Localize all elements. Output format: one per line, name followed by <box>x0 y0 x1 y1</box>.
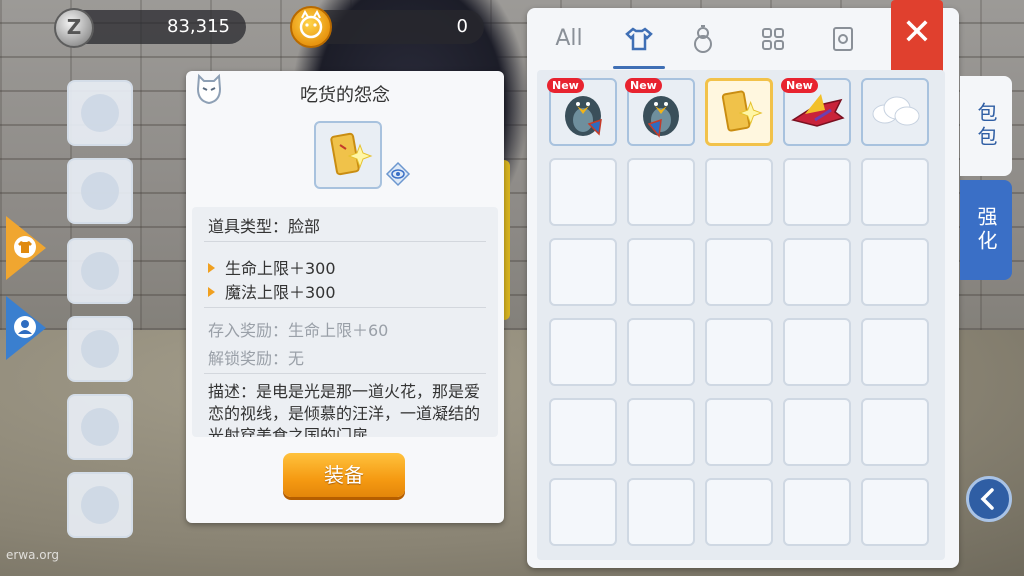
cat-coin-icon[interactable] <box>290 6 332 48</box>
inventory-slot[interactable] <box>861 78 929 146</box>
inventory-slot-empty[interactable] <box>705 238 773 306</box>
inventory-slot-empty[interactable] <box>627 238 695 306</box>
chevron-left-icon <box>980 488 994 510</box>
inventory-slot-empty[interactable] <box>549 158 617 226</box>
inventory-slot-empty[interactable] <box>861 318 929 386</box>
item-description: 描述：是电是光是那一道火花，那是爱恋的视线，是倾慕的汪洋，一道凝结的光射穿美食之… <box>208 382 481 437</box>
inventory-slot-empty[interactable] <box>861 398 929 466</box>
deposit-reward: 存入奖励：生命上限＋60 <box>208 321 389 340</box>
bullet-arrow-icon <box>208 263 215 273</box>
cape-icon <box>81 252 119 290</box>
orb-icon <box>81 94 119 132</box>
inventory-slot[interactable]: New <box>625 78 695 146</box>
unlock-reward: 解锁奖励：无 <box>208 349 305 368</box>
tab-equipment[interactable] <box>609 22 669 69</box>
cat-coin-amount: 0 <box>456 16 468 37</box>
equip-tab-arrow[interactable] <box>6 216 46 280</box>
inventory-slot-empty[interactable] <box>861 238 929 306</box>
bullet-arrow-icon <box>208 287 215 297</box>
tab-cards[interactable] <box>813 22 873 56</box>
inventory-slot-empty[interactable] <box>549 398 617 466</box>
equip-slot-boots[interactable] <box>67 316 133 382</box>
tab-all[interactable]: All <box>539 22 599 56</box>
inventory-slot-empty[interactable] <box>861 158 929 226</box>
gourd-icon <box>694 25 712 53</box>
inventory-slot-empty[interactable] <box>549 318 617 386</box>
inventory-slot-empty[interactable] <box>861 478 929 546</box>
equip-slot-accessory-2[interactable] <box>67 472 133 538</box>
tab-enhance[interactable]: 强化 <box>960 180 1012 280</box>
item-preview <box>314 121 382 189</box>
cloud-icon <box>872 96 920 126</box>
inventory-slot-empty[interactable] <box>705 398 773 466</box>
person-icon <box>14 316 36 338</box>
inventory-slot-empty[interactable] <box>549 478 617 546</box>
inventory-slot-empty[interactable] <box>783 398 851 466</box>
character-tab-arrow[interactable] <box>6 296 46 360</box>
equip-slot-headgear[interactable] <box>67 80 133 146</box>
watermark: erwa.org <box>6 548 59 562</box>
inventory-slot-empty[interactable] <box>783 478 851 546</box>
item-info-panel: 道具类型：脸部 生命上限＋300 魔法上限＋300 存入奖励：生命上限＋60 解… <box>192 207 498 437</box>
equip-slot-cape[interactable] <box>67 238 133 304</box>
inventory-slot[interactable]: New <box>547 78 617 146</box>
inventory-slot-empty[interactable] <box>627 478 695 546</box>
tab-materials[interactable] <box>743 22 803 56</box>
tab-consumables[interactable] <box>673 22 733 56</box>
tab-bag[interactable]: 包包 <box>960 76 1012 176</box>
armor-icon <box>81 172 119 210</box>
inventory-slot-empty[interactable] <box>783 238 851 306</box>
inventory-slot-empty[interactable] <box>627 318 695 386</box>
equip-slot-accessory-1[interactable] <box>67 394 133 460</box>
new-badge: New <box>625 78 662 93</box>
stat-line: 魔法上限＋300 <box>208 279 336 303</box>
new-badge: New <box>781 78 818 93</box>
inventory-slot-empty[interactable] <box>783 158 851 226</box>
inventory-slot-empty[interactable] <box>783 318 851 386</box>
inventory-slot[interactable]: New <box>781 78 851 146</box>
item-title: 吃货的怨念 <box>300 85 390 106</box>
zeny-coin-icon: Z <box>54 8 94 48</box>
food-card-icon <box>721 90 763 132</box>
inventory-slot-empty[interactable] <box>627 398 695 466</box>
close-button[interactable]: ✕ <box>891 0 943 82</box>
shirt-icon <box>14 236 36 258</box>
eye-icon[interactable] <box>385 161 411 187</box>
inventory-grid: New New New <box>537 70 945 560</box>
shirt-icon <box>625 27 653 51</box>
item-type: 道具类型：脸部 <box>208 217 321 236</box>
inventory-slot-selected[interactable] <box>705 78 773 146</box>
stat-line: 生命上限＋300 <box>208 255 336 279</box>
inventory-slot-empty[interactable] <box>705 478 773 546</box>
grid-icon <box>762 28 784 50</box>
ring-icon <box>81 486 119 524</box>
inventory-slot-empty[interactable] <box>705 158 773 226</box>
inventory-panel: All ✕ New New New <box>527 0 959 568</box>
inventory-slot-empty[interactable] <box>705 318 773 386</box>
zeny-amount: 83,315 <box>167 16 230 37</box>
boots-icon <box>81 330 119 368</box>
new-badge: New <box>547 78 584 93</box>
equip-button[interactable]: 装备 <box>283 453 405 497</box>
back-button[interactable] <box>966 476 1012 522</box>
item-detail-card: 吃货的怨念 道具类型：脸部 生命上限＋300 魔法上限＋300 存入奖励：生命上… <box>186 71 504 523</box>
card-icon <box>833 27 853 51</box>
food-card-icon <box>330 132 373 176</box>
equip-slot-armor[interactable] <box>67 158 133 224</box>
ring-icon <box>81 408 119 446</box>
inventory-slot-empty[interactable] <box>627 158 695 226</box>
inventory-slot-empty[interactable] <box>549 238 617 306</box>
